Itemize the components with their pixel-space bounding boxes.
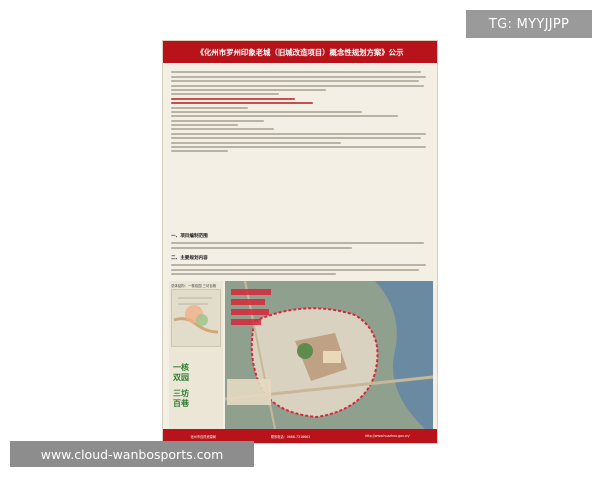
- aerial-plan-map: [224, 280, 434, 430]
- site-watermark: www.cloud-wanbosports.com: [10, 441, 254, 467]
- label-one-core-two-parks: 一核 双园: [173, 363, 189, 382]
- plan-map-section: 总体结构：一核双园 三坊百巷 一核 双园 三坊 百巷: [169, 280, 434, 430]
- notice-poster-image: 《化州市罗州印象老城（旧城改造项目）概念性规划方案》公示 一、项目编制范围 二、…: [162, 40, 438, 444]
- section-heading-scope: 一、项目编制范围: [171, 234, 208, 239]
- content-text: [171, 262, 429, 278]
- section-heading-content: 二、主要规划内容: [171, 256, 208, 261]
- poster-title: 《化州市罗州印象老城（旧城改造项目）概念性规划方案》公示: [163, 41, 437, 63]
- tg-badge: TG: MYYJJPP: [466, 10, 592, 38]
- structure-mini-map: [171, 289, 221, 347]
- label-three-lanes: 三坊 百巷: [173, 389, 189, 408]
- scope-text: [171, 240, 429, 251]
- structure-caption: 总体结构：一核双园 三坊百巷: [171, 284, 217, 288]
- structure-panel: 总体结构：一核双园 三坊百巷 一核 双园 三坊 百巷: [169, 281, 223, 429]
- poster-body-text: [171, 69, 429, 155]
